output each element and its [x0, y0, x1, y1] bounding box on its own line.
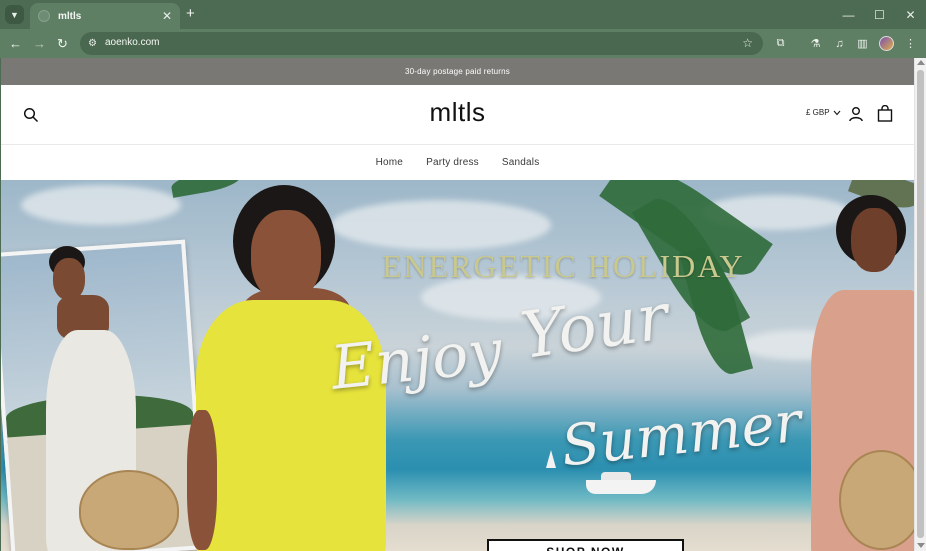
more-menu-icon[interactable]: ⋮: [901, 34, 920, 53]
hero-script-summer: Summer: [558, 389, 805, 480]
tab-title: mltls: [58, 10, 82, 22]
new-tab-button[interactable]: +: [186, 6, 195, 22]
speedboat-shape: [586, 480, 656, 494]
account-icon[interactable]: [848, 106, 864, 122]
minimize-icon[interactable]: —: [833, 0, 864, 29]
hero-headline: ENERGETIC HOLIDAY: [382, 248, 745, 284]
main-navigation: Home Party dress Sandals: [1, 145, 914, 180]
site-header: mltls £ GBP: [1, 85, 914, 145]
tab-search-icon[interactable]: ▼: [5, 5, 24, 24]
side-panel-icon[interactable]: ▥: [853, 34, 872, 53]
currency-label: £ GBP: [806, 108, 830, 117]
tab-favicon-icon: [38, 10, 50, 22]
reload-icon[interactable]: ↻: [53, 34, 72, 53]
nav-item-party-dress[interactable]: Party dress: [426, 157, 479, 168]
window-controls: — ☐ ✕: [833, 0, 926, 29]
shopping-bag-icon[interactable]: [877, 105, 893, 122]
media-controls-icon[interactable]: ♫: [830, 34, 849, 53]
sailboat-shape: [546, 450, 556, 468]
address-bar[interactable]: ⚙ aoenko.com ☆: [80, 32, 763, 55]
active-tab[interactable]: mltls ✕: [30, 3, 180, 29]
page-viewport: 30-day postage paid returns mltls £ GBP …: [1, 58, 914, 551]
forward-icon[interactable]: →: [30, 34, 49, 53]
labs-icon[interactable]: ⚗: [806, 34, 825, 53]
bookmark-star-icon[interactable]: ☆: [742, 36, 753, 50]
profile-avatar-icon[interactable]: [879, 36, 894, 51]
palm-leaf: [169, 180, 243, 198]
url-text[interactable]: aoenko.com: [105, 37, 159, 48]
scroll-thumb[interactable]: [917, 70, 924, 538]
announcement-bar: 30-day postage paid returns: [1, 58, 914, 85]
shop-now-button[interactable]: SHOP NOW: [487, 539, 684, 551]
round-straw-bag: [839, 450, 914, 550]
model-face: [851, 208, 897, 272]
currency-selector[interactable]: £ GBP: [806, 108, 841, 117]
model-arm: [187, 410, 217, 550]
cloud-shape: [331, 200, 551, 250]
cloud-shape: [21, 185, 181, 225]
site-info-icon[interactable]: ⚙: [86, 37, 99, 50]
nav-item-home[interactable]: Home: [376, 157, 403, 168]
browser-toolbar: ← → ↻ ⚙ aoenko.com ☆ ⧉ ⚗ ♫ ▥ ⋮: [0, 29, 926, 58]
tab-strip: ▼ mltls ✕ + — ☐ ✕: [0, 0, 926, 29]
page-scrollbar[interactable]: [914, 58, 926, 551]
hero-banner[interactable]: ENERGETIC HOLIDAY Enjoy Your Summer SHOP…: [1, 180, 914, 551]
scroll-up-icon[interactable]: [917, 60, 925, 65]
chevron-down-icon: [833, 110, 841, 115]
straw-bag: [79, 470, 179, 550]
back-icon[interactable]: ←: [6, 34, 25, 53]
nav-item-sandals[interactable]: Sandals: [502, 157, 540, 168]
close-tab-icon[interactable]: ✕: [162, 10, 172, 22]
extensions-icon[interactable]: ⧉: [771, 34, 790, 53]
model-face: [53, 258, 85, 300]
maximize-icon[interactable]: ☐: [864, 0, 895, 29]
close-window-icon[interactable]: ✕: [895, 0, 926, 29]
store-logo[interactable]: mltls: [1, 97, 914, 128]
scroll-down-icon[interactable]: [917, 543, 925, 548]
